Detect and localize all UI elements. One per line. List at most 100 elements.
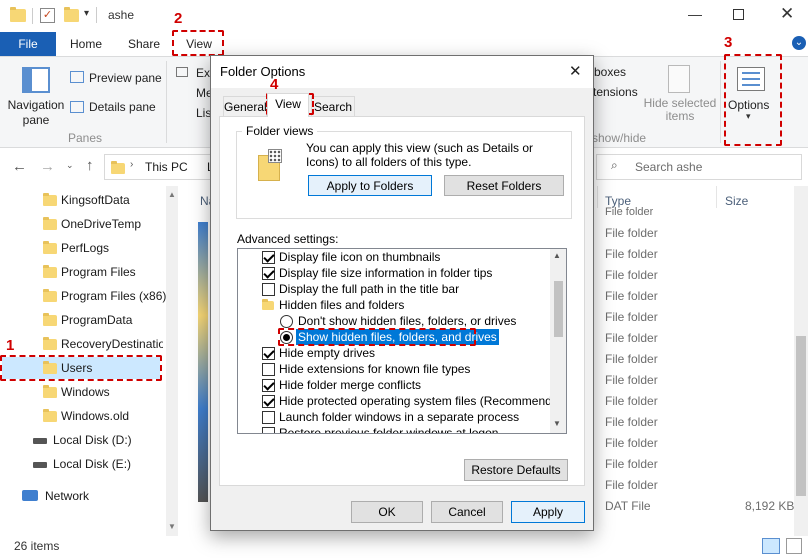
checkbox[interactable]: [262, 411, 275, 424]
list-item[interactable]: Launch folder windows in a separate proc…: [279, 409, 519, 425]
cancel-button[interactable]: Cancel: [431, 501, 503, 523]
step-number-3: 3: [724, 34, 733, 51]
table-row-type: File folder: [605, 206, 654, 216]
file-name-extensions[interactable]: tensions: [593, 85, 638, 99]
tab-general[interactable]: General: [223, 96, 267, 116]
large-icons-view-icon[interactable]: [786, 538, 802, 554]
restore-defaults-button[interactable]: Restore Defaults: [464, 459, 568, 481]
sidebar-item-windows-old[interactable]: Windows.old: [0, 405, 170, 427]
details-view-icon[interactable]: [762, 538, 780, 554]
search-icon: ⌕: [611, 158, 618, 172]
content-scrollbar[interactable]: [794, 186, 808, 536]
table-row-type: File folder: [605, 373, 658, 387]
list-item[interactable]: Hide extensions for known file types: [279, 361, 470, 377]
highlight-view-tab: [172, 30, 224, 56]
close-window-icon[interactable]: ✕: [780, 4, 794, 24]
table-row-type: File folder: [605, 436, 658, 450]
table-row-type: File folder: [605, 352, 658, 366]
item-check-boxes[interactable]: boxes: [594, 65, 626, 79]
checkbox[interactable]: [262, 267, 275, 280]
panes-group-label: Panes: [68, 131, 103, 145]
tab-file[interactable]: File: [0, 32, 56, 56]
sidebar-item-network[interactable]: Network: [0, 485, 170, 507]
drive-icon: [33, 462, 47, 468]
apply-button[interactable]: Apply: [511, 501, 585, 523]
tab-view-dialog[interactable]: View: [267, 93, 309, 117]
breadcrumb-this-pc[interactable]: This PC: [145, 160, 188, 174]
list-item[interactable]: Hide empty drives: [279, 345, 375, 361]
sidebar-item-local-disk-e[interactable]: Local Disk (E:): [0, 453, 170, 475]
properties-icon[interactable]: ✓: [40, 8, 55, 23]
preview-pane-button[interactable]: Preview pane: [89, 71, 162, 85]
folder-icon: [43, 241, 57, 254]
table-row-type: File folder: [605, 457, 658, 471]
list-item[interactable]: Don't show hidden files, folders, or dri…: [298, 313, 516, 329]
checkbox[interactable]: [262, 347, 275, 360]
list-item[interactable]: Hide protected operating system files (R…: [279, 393, 566, 409]
list-item[interactable]: Hide folder merge conflicts: [279, 377, 421, 393]
apply-to-folders-button[interactable]: Apply to Folders: [308, 175, 432, 196]
drive-icon: [33, 438, 47, 444]
list-item[interactable]: Display file size information in folder …: [279, 265, 492, 281]
dialog-title-bar: Folder Options ✕: [211, 56, 593, 88]
table-row-type: File folder: [605, 478, 658, 492]
list-item[interactable]: Display file icon on thumbnails: [279, 249, 440, 265]
checkbox[interactable]: [262, 363, 275, 376]
quick-access-dropdown-icon[interactable]: ▾: [84, 8, 89, 19]
advanced-list-scrollbar[interactable]: ▲ ▼: [550, 249, 566, 433]
status-bar: 26 items: [0, 536, 808, 558]
folder-icon: [43, 289, 57, 302]
minimize-icon[interactable]: —: [688, 6, 702, 22]
address-input[interactable]: › This PC L: [104, 154, 214, 180]
checkbox[interactable]: [262, 395, 275, 408]
nav-scrollbar[interactable]: [166, 186, 178, 536]
tab-share[interactable]: Share: [118, 32, 170, 56]
highlight-options-button: [724, 54, 782, 146]
sidebar-item-kingsoftdata[interactable]: KingsoftData: [0, 189, 170, 211]
details-pane-button[interactable]: Details pane: [89, 100, 156, 114]
scroll-down-icon[interactable]: ▼: [168, 522, 176, 531]
sidebar-item-recoverydestination[interactable]: RecoveryDestinatio: [0, 333, 163, 355]
folder-icon: [43, 385, 57, 398]
sidebar-item-program-files-x86[interactable]: Program Files (x86): [0, 285, 170, 307]
hide-selected-items-button[interactable]: Hide selected items: [640, 97, 720, 123]
dialog-title: Folder Options: [220, 64, 306, 79]
folder-views-legend: Folder views: [242, 124, 318, 138]
table-row-size: 8,192 KB: [745, 499, 795, 513]
up-icon[interactable]: ↑: [86, 157, 94, 174]
ok-button[interactable]: OK: [351, 501, 423, 523]
new-folder-icon[interactable]: [64, 7, 79, 25]
expand-ribbon-icon[interactable]: ⌄: [792, 36, 806, 50]
forward-icon[interactable]: →: [40, 158, 55, 175]
sidebar-item-programdata[interactable]: ProgramData: [0, 309, 170, 331]
reset-folders-button[interactable]: Reset Folders: [444, 175, 564, 196]
preview-pane-icon: [70, 71, 84, 83]
radio-button[interactable]: [280, 315, 293, 328]
folder-icon: [43, 265, 57, 278]
sidebar-item-perflogs[interactable]: PerfLogs: [0, 237, 170, 259]
sidebar-item-windows[interactable]: Windows: [0, 381, 170, 403]
breadcrumb-separator-icon: ›: [130, 159, 134, 170]
maximize-icon[interactable]: [733, 9, 744, 20]
list-item[interactable]: Display the full path in the title bar: [279, 281, 459, 297]
navigation-pane-button[interactable]: Navigation pane: [6, 98, 66, 128]
tab-home[interactable]: Home: [60, 32, 112, 56]
checkbox[interactable]: [262, 283, 275, 296]
checkbox[interactable]: [262, 379, 275, 392]
table-row-type: File folder: [605, 331, 658, 345]
scroll-up-icon[interactable]: ▲: [168, 190, 176, 199]
checkbox[interactable]: [262, 251, 275, 264]
layout-icon: [176, 67, 188, 77]
tab-search[interactable]: Search: [311, 96, 355, 116]
search-input[interactable]: ⌕ Search ashe: [596, 154, 802, 180]
recent-locations-icon[interactable]: ⌄: [66, 160, 74, 171]
sidebar-item-local-disk-d[interactable]: Local Disk (D:): [0, 429, 170, 451]
sidebar-item-program-files[interactable]: Program Files: [0, 261, 170, 283]
table-row-type: File folder: [605, 415, 658, 429]
sidebar-item-onedrivetemp[interactable]: OneDriveTemp: [0, 213, 170, 235]
dialog-close-icon[interactable]: ✕: [569, 56, 582, 88]
list-item[interactable]: Restore previous folder windows at logon: [279, 425, 498, 433]
column-header-size[interactable]: Size: [725, 194, 748, 208]
checkbox[interactable]: [262, 427, 275, 433]
back-icon[interactable]: ←: [12, 158, 27, 175]
